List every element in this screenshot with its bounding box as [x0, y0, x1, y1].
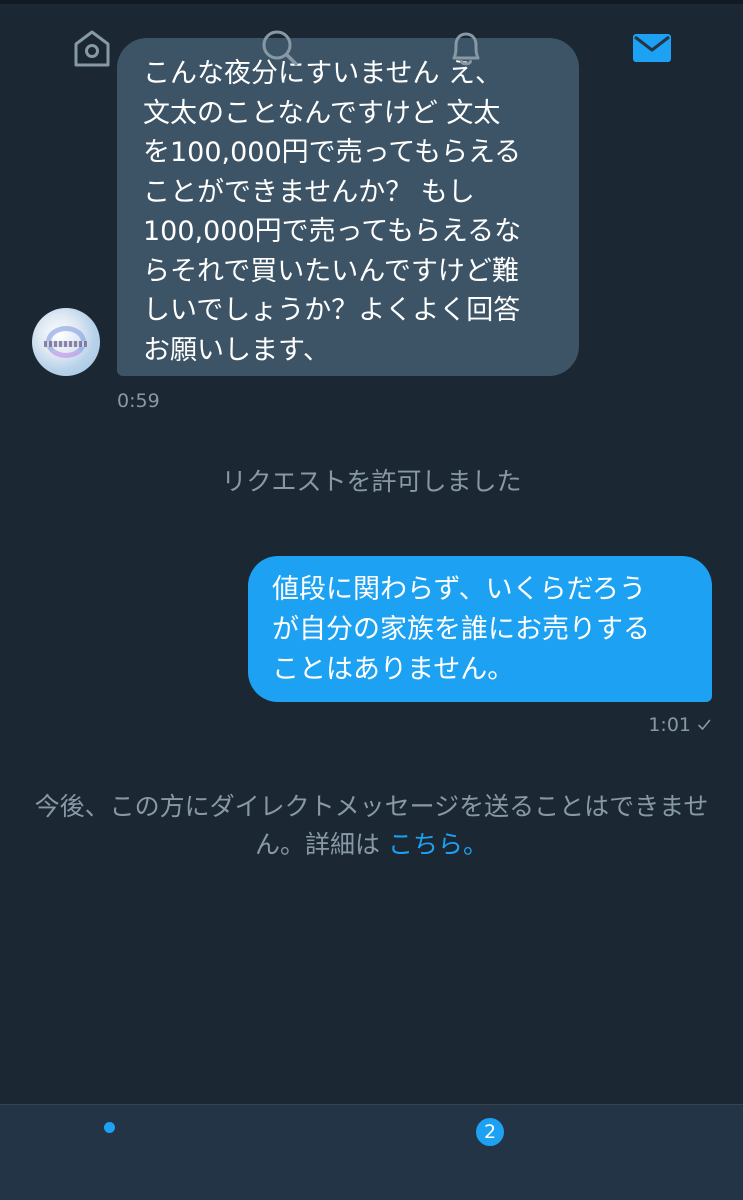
blocked-notice: 今後、この方にダイレクトメッセージを送ることはできません。詳細は こちら。: [20, 788, 723, 864]
tab-messages[interactable]: [624, 20, 680, 76]
bottom-tab-bar: [0, 1104, 743, 1200]
blocked-notice-text: 今後、この方にダイレクトメッセージを送ることはできません。詳細は: [34, 792, 709, 859]
check-icon: [698, 719, 711, 730]
request-accepted-notice: リクエストを許可しました: [221, 467, 522, 496]
incoming-message-text: こんな夜分にすいません え、 文太のことなんですけど 文太 を100,000円で…: [143, 58, 522, 366]
tab-home[interactable]: [64, 20, 120, 76]
outgoing-message-text: 値段に関わらず、いくらだろう が自分の家族を誰にお売りする ことはありません。: [272, 574, 650, 685]
bell-icon: [452, 32, 480, 66]
learn-more-link[interactable]: こちら。: [388, 830, 488, 859]
sender-avatar[interactable]: [32, 308, 100, 376]
incoming-message-time: 0:59: [117, 390, 160, 412]
outgoing-message-time: 1:01: [648, 714, 691, 736]
top-edge: [0, 0, 743, 4]
incoming-message-bubble[interactable]: こんな夜分にすいません え、 文太のことなんですけど 文太 を100,000円で…: [117, 38, 579, 376]
home-new-dot: [104, 1122, 115, 1133]
notification-count-badge: 2: [474, 1116, 506, 1148]
dm-conversation-screen: こんな夜分にすいません え、 文太のことなんですけど 文太 を100,000円で…: [0, 0, 743, 1200]
search-icon: [262, 30, 298, 66]
outgoing-message-bubble[interactable]: 値段に関わらず、いくらだろう が自分の家族を誰にお売りする ことはありません。: [248, 556, 712, 702]
outgoing-message-status: 1:01: [648, 714, 711, 736]
mail-icon: [633, 34, 671, 62]
avatar-strip-graphic: [44, 341, 88, 347]
tab-notifications[interactable]: [438, 20, 494, 76]
home-icon: [74, 30, 110, 67]
tab-search[interactable]: [252, 20, 308, 76]
